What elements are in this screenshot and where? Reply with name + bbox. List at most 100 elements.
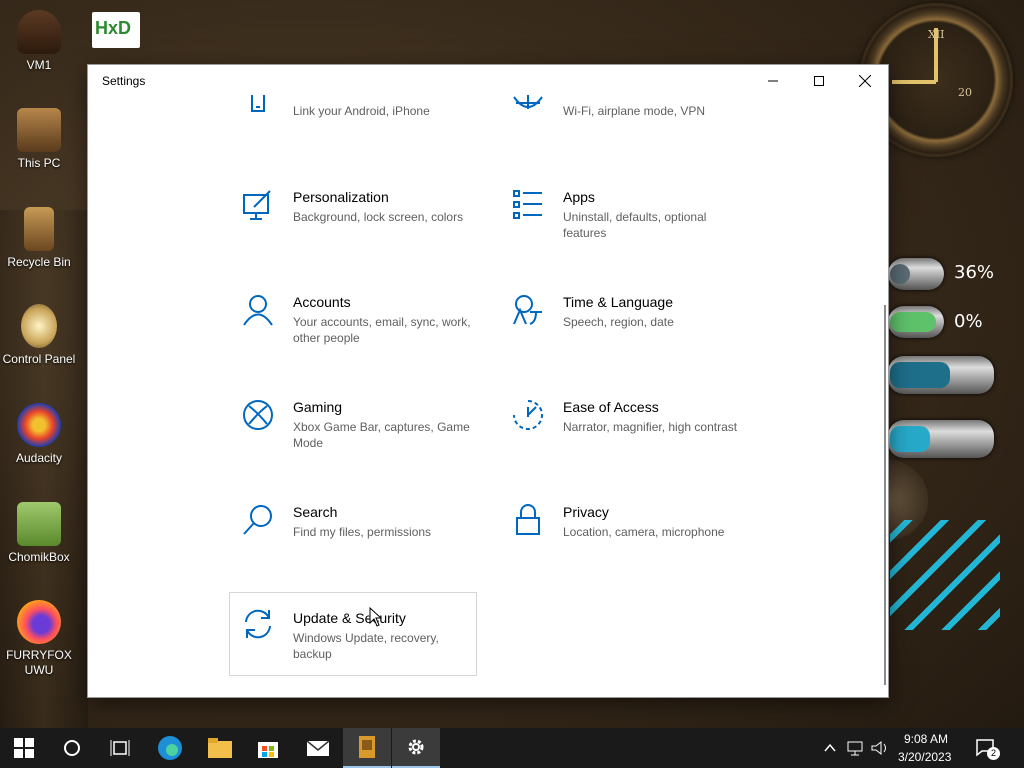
taskbar-app[interactable] xyxy=(343,728,391,768)
tile-name: Ease of Access xyxy=(563,399,659,415)
wallpaper-tube-1 xyxy=(888,356,994,394)
gear-icon xyxy=(408,739,424,755)
tile-network[interactable]: Wi-Fi, airplane mode, VPN xyxy=(500,95,748,135)
chomikbox-icon xyxy=(17,502,61,546)
tray-date[interactable]: 3/20/2023 xyxy=(898,750,951,764)
hxd-icon: HxD xyxy=(92,12,140,48)
gauge-label-top: 36% xyxy=(954,262,995,283)
tray-time[interactable]: 9:08 AM xyxy=(904,732,948,746)
desktop-icon-firefox[interactable]: FURRYFOX UWU xyxy=(0,600,78,678)
task-view-icon xyxy=(110,740,130,756)
tile-name: Search xyxy=(293,504,338,520)
scrollbar[interactable] xyxy=(884,305,886,685)
cursor-icon xyxy=(369,607,381,627)
wallpaper-rods xyxy=(890,520,1000,630)
tile-gaming[interactable]: Gaming Xbox Game Bar, captures, Game Mod… xyxy=(230,399,478,483)
gauge-tube-bottom xyxy=(888,306,944,338)
tile-desc: Find my files, permissions xyxy=(293,525,432,539)
wallpaper-tube-2 xyxy=(888,420,994,458)
start-button[interactable] xyxy=(0,728,48,768)
tile-name: Privacy xyxy=(563,504,609,520)
tile-name: Update & Security xyxy=(293,610,406,626)
tile-desc: Location, camera, microphone xyxy=(563,525,725,539)
firefox-icon xyxy=(17,600,61,644)
notification-badge: 2 xyxy=(987,747,1000,760)
vm1-icon xyxy=(17,10,61,54)
task-view-button[interactable] xyxy=(96,728,144,768)
tile-apps[interactable]: Apps Uninstall, defaults, optional featu… xyxy=(500,189,748,273)
accounts-icon xyxy=(243,295,273,326)
tile-update-security[interactable]: Update & Security Windows Update, recove… xyxy=(229,592,477,676)
taskbar-store[interactable] xyxy=(244,728,292,768)
edge-icon xyxy=(158,736,182,760)
taskbar-file-explorer[interactable] xyxy=(196,728,244,768)
tile-ease-of-access[interactable]: Ease of Access Narrator, magnifier, high… xyxy=(500,399,748,483)
desktop-icon-chomikbox[interactable]: ChomikBox xyxy=(0,502,78,565)
globe-icon xyxy=(513,95,543,109)
chevron-up-icon[interactable] xyxy=(824,743,836,753)
minimize-button[interactable] xyxy=(750,65,796,97)
desktop-icon-audacity[interactable]: Audacity xyxy=(0,403,78,466)
search-button[interactable] xyxy=(48,728,96,768)
apps-icon xyxy=(513,190,542,219)
tile-desc: Speech, region, date xyxy=(563,315,674,329)
gauge-label-bottom: 0% xyxy=(954,311,983,332)
lock-icon xyxy=(516,504,540,535)
tile-name: Apps xyxy=(563,189,595,205)
tile-personalization[interactable]: Personalization Background, lock screen,… xyxy=(230,189,478,273)
minimize-icon xyxy=(768,80,778,82)
desktop-icon-this-pc[interactable]: This PC xyxy=(0,108,78,171)
tile-time-language[interactable]: Time & Language Speech, region, date xyxy=(500,294,748,378)
mail-icon xyxy=(306,740,330,756)
desktop-icon-recycle-bin[interactable]: Recycle Bin xyxy=(0,207,78,270)
network-icon[interactable] xyxy=(847,740,865,756)
desktop-icon-vm1[interactable]: VM1 xyxy=(0,10,78,73)
audacity-icon xyxy=(17,403,61,447)
close-icon xyxy=(859,75,871,87)
ease-of-access-icon xyxy=(513,400,543,430)
desktop-icon-control-panel[interactable]: Control Panel xyxy=(0,304,78,367)
maximize-button[interactable] xyxy=(796,65,842,97)
folder-icon xyxy=(208,738,232,758)
window-title: Settings xyxy=(102,74,146,88)
gauge-tube-top xyxy=(888,258,944,290)
taskbar-mail[interactable] xyxy=(294,728,342,768)
tile-desc: Background, lock screen, colors xyxy=(293,210,464,224)
tile-name: Personalization xyxy=(293,189,389,205)
title-bar[interactable]: Settings xyxy=(88,65,888,97)
cortana-icon xyxy=(64,740,80,756)
tile-privacy[interactable]: Privacy Location, camera, microphone xyxy=(500,504,748,588)
tile-name: Gaming xyxy=(293,399,343,415)
tile-desc: Xbox Game Bar, captures, Game Mode xyxy=(293,420,470,450)
notification-center-button[interactable]: 2 xyxy=(970,728,1010,768)
tile-desc: Windows Update, recovery, backup xyxy=(293,631,439,661)
computer-icon xyxy=(17,108,61,152)
personalization-icon xyxy=(243,190,271,220)
settings-window: Settings Link your Android, iPhone Wi-Fi… xyxy=(88,65,888,697)
tile-name: Accounts xyxy=(293,294,351,310)
phone-icon xyxy=(251,95,265,112)
tile-name: Time & Language xyxy=(563,294,673,310)
maximize-icon xyxy=(814,76,824,86)
tile-accounts[interactable]: Accounts Your accounts, email, sync, wor… xyxy=(230,294,478,378)
tile-desc: Wi-Fi, airplane mode, VPN xyxy=(563,104,706,118)
desktop-icon-hxd[interactable]: HxD xyxy=(78,12,154,52)
tile-desc: Narrator, magnifier, high contrast xyxy=(563,420,738,434)
update-icon xyxy=(245,609,271,639)
app-icon xyxy=(359,736,375,758)
recycle-bin-icon xyxy=(24,207,54,251)
taskbar-settings[interactable] xyxy=(392,728,440,768)
search-icon xyxy=(243,505,272,535)
tile-desc: Uninstall, defaults, optional features xyxy=(563,210,707,240)
windows-logo-icon xyxy=(14,738,34,758)
tile-desc: Your accounts, email, sync, work, other … xyxy=(293,315,471,345)
tile-phone[interactable]: Link your Android, iPhone xyxy=(230,95,478,135)
time-language-icon xyxy=(513,295,542,325)
xbox-icon xyxy=(243,400,273,430)
store-icon xyxy=(258,742,278,758)
taskbar-edge[interactable] xyxy=(146,728,194,768)
tile-search[interactable]: Search Find my files, permissions xyxy=(230,504,478,588)
close-button[interactable] xyxy=(842,65,888,97)
tile-desc: Link your Android, iPhone xyxy=(293,104,430,118)
volume-icon[interactable] xyxy=(871,740,889,756)
